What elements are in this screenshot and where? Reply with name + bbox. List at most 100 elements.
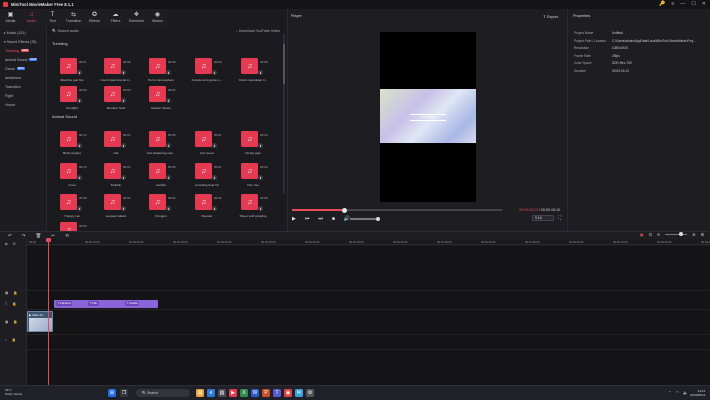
download-icon[interactable]: ⬇ — [77, 206, 82, 211]
audio-tile[interactable]: ♫ ⬇ 00:10 Chatty pigs — [241, 131, 268, 155]
media-scrollbar[interactable] — [283, 34, 285, 194]
download-icon[interactable]: ⬇ — [166, 206, 171, 211]
download-icon[interactable]: ⬇ — [166, 143, 171, 148]
download-icon[interactable]: ⬇ — [212, 70, 217, 75]
download-icon[interactable]: ⬇ — [121, 70, 126, 75]
video-clip[interactable]: ▶ Video 01 — [27, 311, 53, 332]
download-icon[interactable]: ⬇ — [121, 143, 126, 148]
audio-tile[interactable]: ♫ ⬇ 00:01 Growling bear hit — [195, 163, 222, 187]
undo-icon[interactable]: ↶ — [8, 233, 12, 239]
taskbar-search[interactable]: 🔍 Search — [136, 389, 190, 397]
powerpoint-icon[interactable]: P — [262, 389, 270, 397]
delete-icon[interactable]: 🗑 — [36, 233, 42, 239]
download-icon[interactable]: ⬇ — [77, 70, 82, 75]
license-key-icon[interactable]: 🔑 — [659, 1, 665, 7]
menu-icon[interactable]: ≡ — [671, 1, 674, 7]
download-icon[interactable]: ⬇ — [121, 175, 126, 180]
stop-icon[interactable]: ■ — [332, 216, 335, 222]
volume-slider[interactable] — [350, 216, 380, 221]
download-icon[interactable]: ⬇ — [258, 70, 263, 75]
sidebar-item-horror[interactable]: Horror — [0, 100, 46, 109]
audio-tile[interactable]: ♫ ⬇ 00:12 Birds singing — [60, 131, 87, 155]
audio-tile[interactable]: ♫ ⬇ 00:05 Cat chattering and... — [147, 131, 176, 155]
lock-icon[interactable]: 🔒 — [12, 302, 16, 306]
audio-tile[interactable]: ♫ ⬇ 00:02 Rooster — [195, 194, 222, 218]
zoom-in-icon[interactable]: ⊕ — [692, 232, 695, 237]
export-button[interactable]: ⇪ Export — [543, 14, 558, 19]
audio-tile[interactable]: ♫ ⬇ 00:01 Leopard attack — [104, 194, 131, 218]
audio-tile[interactable]: ♫ ⬇ 00:03 Arcade retro game o... — [192, 58, 222, 82]
download-icon[interactable]: ⬇ — [166, 98, 171, 103]
download-icon[interactable]: ⬇ — [258, 206, 263, 211]
sidebar-item-fight[interactable]: Fight — [0, 91, 46, 100]
audio-tile[interactable]: ♫ ⬇ 00:15 Crow — [60, 163, 87, 187]
tab-text[interactable]: T Text — [42, 9, 63, 26]
chrome-icon[interactable]: ◉ — [284, 389, 292, 397]
previous-frame-icon[interactable]: ⏮ — [305, 216, 310, 222]
playback-progress-bar[interactable] — [292, 207, 502, 213]
text-clip[interactable]: T Captions — [56, 301, 73, 306]
rotate-icon[interactable]: ⟲ — [65, 233, 69, 239]
edge-icon[interactable]: e — [207, 389, 215, 397]
download-icon[interactable]: ⬇ — [121, 206, 126, 211]
audio-tile[interactable]: ♫ ⬇ 00:03 Monster howl — [104, 86, 131, 110]
volume-handle[interactable] — [376, 216, 380, 221]
progress-handle[interactable] — [342, 207, 347, 213]
audio-tile[interactable]: ♫ ⬇ 00:05 Gerbils — [149, 163, 176, 187]
timeline-tracks[interactable]: T Captions T Title T Credits ▶ Video 01 — [27, 246, 710, 385]
wifi-icon[interactable]: ◠ — [676, 390, 680, 395]
sidebar-item-transition[interactable]: Transition — [0, 82, 46, 91]
audio-tile[interactable]: ♫ ⬇ 00:02 Penguin — [149, 194, 176, 218]
minimize-button[interactable]: — — [680, 1, 685, 7]
audio-tile[interactable]: ♫ ⬇ 00:01 Dolphin — [104, 163, 131, 187]
caption-text[interactable]: I feel fine — [410, 114, 446, 121]
audio-tile[interactable]: ♫ ⬇ 00:05 Sheer wolf growling — [240, 194, 268, 218]
store-icon[interactable]: ▥ — [218, 389, 226, 397]
zoom-out-icon[interactable]: ⊖ — [657, 232, 660, 237]
text-clip[interactable]: T Title — [88, 301, 99, 306]
tab-media[interactable]: ▣ Media — [0, 9, 21, 26]
aspect-ratio-select[interactable]: 9:16 — [532, 215, 554, 221]
audio-tile[interactable]: ♫ ⬇ 00:06 Horror atmosphere — [148, 58, 176, 82]
download-icon[interactable]: ⬇ — [166, 70, 171, 75]
settings-icon[interactable]: ⚙ — [306, 389, 314, 397]
record-icon[interactable]: ▣ — [640, 232, 644, 237]
chevron-up-icon[interactable]: ⌃ — [668, 390, 671, 395]
tab-effects[interactable]: ✪ Effects — [84, 9, 105, 26]
next-frame-icon[interactable]: ⏭ — [318, 216, 323, 222]
tab-elements[interactable]: ❖ Elements — [126, 9, 147, 26]
audio-tile[interactable]: ♫ ⬇ 00:08 Hungry cat — [60, 194, 87, 218]
sidebar-item-ambience[interactable]: Ambience — [0, 73, 46, 82]
audio-tile[interactable]: ♫ ⬇ 00:02 Sinister Steam — [149, 86, 176, 110]
zoom-reset-icon[interactable]: ⊞ — [701, 232, 704, 237]
download-icon[interactable]: ⬇ — [212, 206, 217, 211]
mail-icon[interactable]: ✉ — [295, 389, 303, 397]
audio-tile[interactable]: ♫ ⬇ 00:01 Machine gun fire — [60, 58, 87, 82]
playhead-handle[interactable] — [46, 238, 51, 242]
taskbar-clock[interactable]: 14:43 2023/08/14 — [690, 389, 705, 397]
download-icon[interactable]: ⬇ — [77, 143, 82, 148]
volume-tray-icon[interactable]: 🔈 — [683, 390, 688, 395]
download-icon[interactable]: ⬇ — [77, 175, 82, 180]
download-icon[interactable]: ⬇ — [212, 143, 217, 148]
zoom-fit-icon[interactable]: ⊡ — [649, 232, 652, 237]
audio-tile[interactable]: ♫ ⬇ 00:04 Hen rise — [241, 163, 268, 187]
lock-icon[interactable]: 🔒 — [12, 338, 16, 342]
teams-icon[interactable]: T — [273, 389, 281, 397]
tab-filters[interactable]: ☁ Filters — [105, 9, 126, 26]
preview-canvas[interactable]: I feel fine — [380, 32, 476, 202]
split-icon[interactable]: ✂ — [51, 233, 55, 239]
lock-icon[interactable]: 🔒 — [13, 291, 17, 295]
weather-widget[interactable]: 18°C Partly cloudy — [5, 388, 22, 396]
download-icon[interactable]: ⬇ — [166, 175, 171, 180]
tab-transition[interactable]: ⇆ Transition — [63, 9, 84, 26]
play-icon[interactable]: ▶ — [292, 216, 296, 222]
audio-tile[interactable]: ♫ ⬇ 00:05 Cool impact trends A... — [100, 58, 132, 82]
close-button[interactable]: ✕ — [702, 1, 706, 7]
text-clip[interactable]: T Credits — [125, 301, 140, 306]
windows-start-icon[interactable]: ⊞ — [108, 389, 116, 397]
download-youtube-button[interactable]: ↓ Download YouTube Video — [236, 29, 280, 33]
download-icon[interactable]: ⬇ — [121, 98, 126, 103]
tab-audio[interactable]: ♫ Audio — [21, 9, 42, 26]
audio-tile[interactable]: ♫ ⬇ 00:01 Cat meow — [195, 131, 222, 155]
